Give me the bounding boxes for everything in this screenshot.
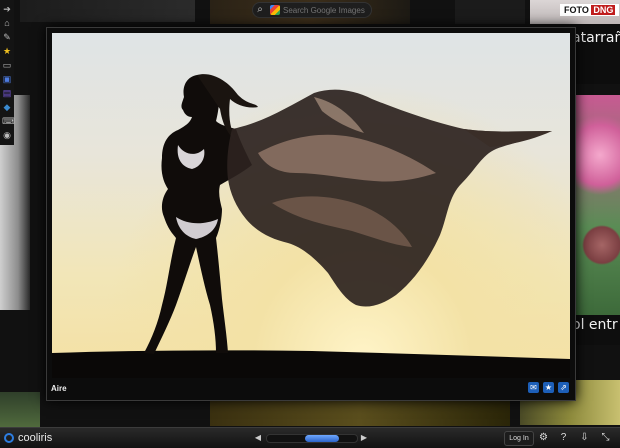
search-input[interactable] [283, 4, 371, 16]
help-icon[interactable]: ? [557, 431, 570, 444]
gear-icon[interactable]: ⚙ [537, 431, 550, 444]
foto-badge-red: DNG [591, 5, 616, 15]
foto-badge-text: FOTO [564, 5, 589, 15]
wall-thumbnail[interactable] [210, 398, 510, 426]
wall-thumbnail[interactable] [0, 392, 40, 427]
pencil-icon[interactable]: ✎ [2, 32, 12, 42]
monitor-icon[interactable]: ▭ [2, 60, 12, 70]
scroll-thumb[interactable] [305, 435, 339, 442]
cooliris-logo[interactable]: cooliris [4, 432, 52, 444]
login-button[interactable]: Log In [504, 431, 534, 446]
fullscreen-icon[interactable]: ⤡ [599, 431, 612, 444]
search-box: ⌕ [252, 2, 372, 18]
photo-silhouette [52, 74, 570, 378]
scroll-track[interactable] [266, 434, 358, 443]
wall-thumbnail[interactable] [20, 0, 195, 22]
puzzle-icon[interactable]: ◆ [2, 102, 12, 112]
left-toolbar: ➔ ⌂ ✎ ★ ▭ ▣ ▤ ◆ ⌨ ◉ [0, 0, 15, 145]
film-icon[interactable]: ▤ [2, 88, 12, 98]
tv-icon[interactable]: ▣ [2, 74, 12, 84]
wall-thumbnail[interactable] [572, 95, 620, 315]
export-icon[interactable]: ⇩ [578, 431, 591, 444]
gamepad-icon[interactable]: ◉ [2, 130, 12, 140]
caption-bar: Aire ✉ ★ ⇗ [47, 378, 575, 400]
scroll-left-icon[interactable]: ◀ [252, 431, 264, 444]
scroll-right-icon[interactable]: ▶ [358, 431, 370, 444]
cooliris-logo-icon [4, 433, 14, 443]
search-icon[interactable]: ⌕ [253, 3, 267, 17]
arrow-icon[interactable]: ➔ [2, 4, 12, 14]
foto-badge: FOTO DNG [560, 4, 620, 16]
thumbnail-caption: atarrañ [572, 30, 620, 46]
star-icon[interactable]: ★ [2, 46, 12, 56]
star-icon[interactable]: ★ [543, 382, 554, 393]
caption-actions: ✉ ★ ⇗ [528, 382, 569, 393]
wall-thumbnail[interactable] [455, 0, 525, 24]
thumbnail-caption: ol entr [572, 317, 618, 333]
home-icon[interactable]: ⌂ [2, 18, 12, 28]
mail-icon[interactable]: ✉ [528, 382, 539, 393]
logo-text: cooliris [18, 432, 53, 444]
bottom-bar: cooliris ◀ ▶ Log In ⚙ ? ⇩ ⤡ [0, 427, 620, 448]
photo-viewer: Aire ✉ ★ ⇗ [46, 27, 576, 401]
wall-scrollbar[interactable]: ◀ ▶ [252, 431, 370, 444]
keyboard-icon[interactable]: ⌨ [2, 116, 15, 126]
google-icon[interactable] [270, 5, 280, 15]
share-icon[interactable]: ⇗ [558, 382, 569, 393]
photo-caption: Aire [51, 384, 67, 393]
main-photo[interactable] [52, 33, 570, 378]
